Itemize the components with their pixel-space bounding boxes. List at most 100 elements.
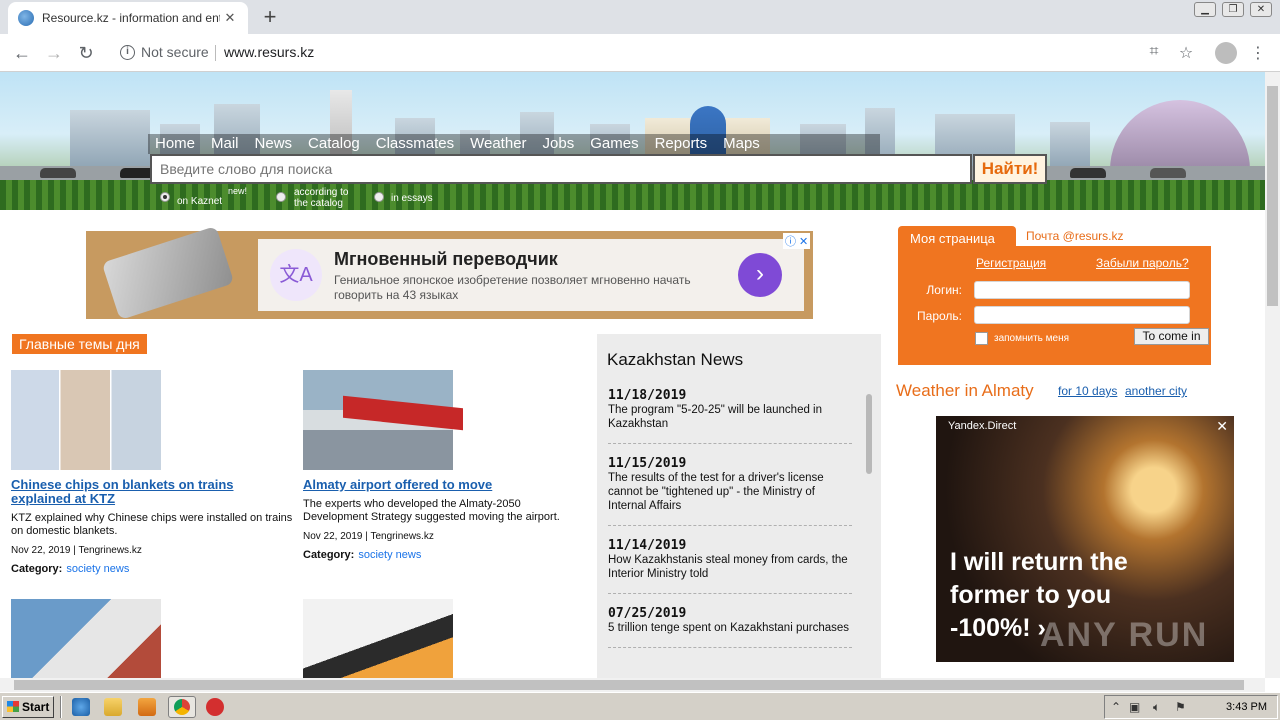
media-player-icon[interactable]: [138, 698, 156, 716]
nav-home[interactable]: Home: [155, 134, 195, 154]
ad-choices-icon[interactable]: ⓘ ✕: [783, 233, 811, 249]
vertical-scrollbar[interactable]: [1265, 72, 1280, 678]
windows-logo-icon: [7, 701, 19, 712]
translate-icon[interactable]: ⌗: [1143, 43, 1165, 61]
antivirus-icon[interactable]: [206, 698, 224, 716]
login-panel: Регистрация Забыли пароль? Логин: Пароль…: [898, 246, 1211, 365]
close-ad-icon[interactable]: ✕: [1216, 418, 1228, 435]
browser-toolbar: ← → ↻ i Not secure www.resurs.kz ⌗ ☆ ⋮: [0, 34, 1280, 72]
weather-10-days-link[interactable]: for 10 days: [1058, 384, 1117, 398]
url-divider: [215, 45, 216, 61]
restore-icon[interactable]: ❐: [1222, 2, 1244, 17]
horizontal-scrollbar[interactable]: [0, 678, 1265, 692]
nav-mail[interactable]: Mail: [211, 134, 239, 154]
story-category: Category: society news: [11, 563, 296, 575]
weather-another-city-link[interactable]: another city: [1125, 384, 1187, 398]
news-text[interactable]: How Kazakhstanis steal money from cards,…: [608, 553, 852, 581]
story-thumbnail-image[interactable]: [11, 370, 161, 470]
news-text[interactable]: The results of the test for a driver's l…: [608, 471, 852, 513]
news-scrollbar[interactable]: [866, 394, 872, 474]
tab-my-page[interactable]: Моя страница: [898, 226, 1016, 248]
bookmark-star-icon[interactable]: ☆: [1175, 43, 1197, 63]
main-topics-header: Главные темы дня: [12, 334, 147, 354]
search-button[interactable]: Найти!: [973, 154, 1047, 184]
story-thumbnail-image[interactable]: [11, 599, 161, 678]
nav-classmates[interactable]: Classmates: [376, 134, 454, 154]
volume-icon[interactable]: 🔈︎: [1153, 700, 1160, 715]
tab-mail-link[interactable]: Почта @resurs.kz: [1026, 229, 1124, 243]
profile-avatar-icon[interactable]: [1215, 42, 1237, 64]
news-text[interactable]: The program "5-20-25" will be launched i…: [608, 403, 852, 431]
translate-logo-icon: 文A: [270, 249, 322, 301]
scope-catalog-radio[interactable]: [276, 192, 286, 202]
scroll-thumb[interactable]: [1267, 86, 1278, 306]
category-label: Category:: [11, 563, 63, 575]
menu-kebab-icon[interactable]: ⋮: [1247, 43, 1269, 63]
ad-arrow-button[interactable]: ›: [738, 253, 782, 297]
nav-catalog[interactable]: Catalog: [308, 134, 360, 154]
register-link[interactable]: Регистрация: [976, 256, 1046, 270]
browser-tab[interactable]: Resource.kz - information and entertainm…: [8, 2, 248, 34]
story-meta: Nov 22, 2019 | Tengrinews.kz: [11, 545, 142, 556]
flag-icon[interactable]: ⚑: [1175, 700, 1186, 714]
clock: 3:43 PM: [1226, 701, 1267, 713]
news-text[interactable]: 5 trillion tenge spent on Kazakhstani pu…: [608, 621, 852, 635]
new-badge: new!: [228, 186, 248, 196]
kazakhstan-news-title: Kazakhstan News: [607, 350, 744, 369]
category-link[interactable]: society news: [358, 549, 421, 561]
back-arrow-icon[interactable]: ←: [10, 41, 34, 65]
close-tab-icon[interactable]: ✕: [222, 10, 238, 26]
news-list-item[interactable]: 11/18/2019 The program "5-20-25" will be…: [608, 388, 852, 444]
story-title-link[interactable]: Almaty airport offered to move: [303, 478, 588, 492]
nav-games[interactable]: Games: [590, 134, 638, 154]
new-tab-icon[interactable]: +: [258, 5, 282, 29]
start-button[interactable]: Start: [2, 696, 54, 718]
password-label: Пароль:: [917, 309, 962, 323]
translator-ad[interactable]: 文A Мгновенный переводчик Гениальное япон…: [86, 225, 813, 321]
yandex-direct-ad[interactable]: Yandex.Direct ✕ I will return the former…: [936, 416, 1234, 662]
tray-expand-icon[interactable]: ⌃: [1111, 700, 1121, 714]
internet-explorer-icon[interactable]: [72, 698, 90, 716]
info-icon[interactable]: i: [120, 45, 135, 60]
login-button[interactable]: To come in: [1134, 328, 1209, 345]
login-field[interactable]: [974, 281, 1190, 299]
nav-news[interactable]: News: [255, 134, 293, 154]
story-thumbnail-image[interactable]: [303, 370, 463, 470]
nav-reports[interactable]: Reports: [655, 134, 708, 154]
anyrun-watermark: ANY RUN: [1040, 616, 1209, 654]
url-text[interactable]: www.resurs.kz: [224, 44, 314, 60]
address-bar[interactable]: i Not secure www.resurs.kz: [110, 39, 1210, 67]
story-title-link[interactable]: Chinese chips on blankets on trains expl…: [11, 478, 296, 506]
forgot-password-link[interactable]: Забыли пароль?: [1096, 256, 1189, 270]
nav-jobs[interactable]: Jobs: [543, 134, 575, 154]
site-search-box: [150, 154, 972, 184]
folder-icon[interactable]: [104, 698, 122, 716]
scope-essays-label: in essays: [391, 193, 433, 204]
nav-weather[interactable]: Weather: [470, 134, 526, 154]
scope-essays-radio[interactable]: [374, 192, 384, 202]
remember-me-label: запомнить меня: [994, 333, 1070, 344]
ad-card[interactable]: 文A Мгновенный переводчик Гениальное япон…: [258, 239, 804, 311]
close-window-icon[interactable]: ✕: [1250, 2, 1272, 17]
system-tray: ⌃ ▣ 🔈︎ ⚑ 3:43 PM: [1104, 695, 1278, 719]
remember-me-checkbox[interactable]: [975, 332, 988, 345]
kazakhstan-news-panel: Kazakhstan News 11/18/2019 The program "…: [597, 334, 881, 678]
scope-kaznet-radio[interactable]: [160, 192, 170, 202]
news-list-item[interactable]: 11/15/2019 The results of the test for a…: [608, 456, 852, 526]
news-list-item[interactable]: 07/25/2019 5 trillion tenge spent on Kaz…: [608, 606, 852, 648]
chrome-task-button[interactable]: [168, 696, 196, 718]
story-thumbnail-image[interactable]: [303, 599, 453, 678]
translator-device-image: [101, 225, 235, 321]
search-input[interactable]: [152, 156, 970, 182]
category-link[interactable]: society news: [66, 563, 129, 575]
minimize-icon[interactable]: ▁: [1194, 2, 1216, 17]
forward-arrow-icon[interactable]: →: [42, 41, 66, 65]
nav-maps[interactable]: Maps: [723, 134, 760, 154]
reload-icon[interactable]: ↻: [74, 41, 98, 65]
scroll-thumb[interactable]: [14, 680, 1244, 690]
story-category: Category: society news: [303, 549, 588, 561]
ad-source-label: Yandex.Direct: [948, 420, 1017, 432]
network-icon[interactable]: ▣: [1129, 700, 1140, 714]
password-field[interactable]: [974, 306, 1190, 324]
news-list-item[interactable]: 11/14/2019 How Kazakhstanis steal money …: [608, 538, 852, 594]
